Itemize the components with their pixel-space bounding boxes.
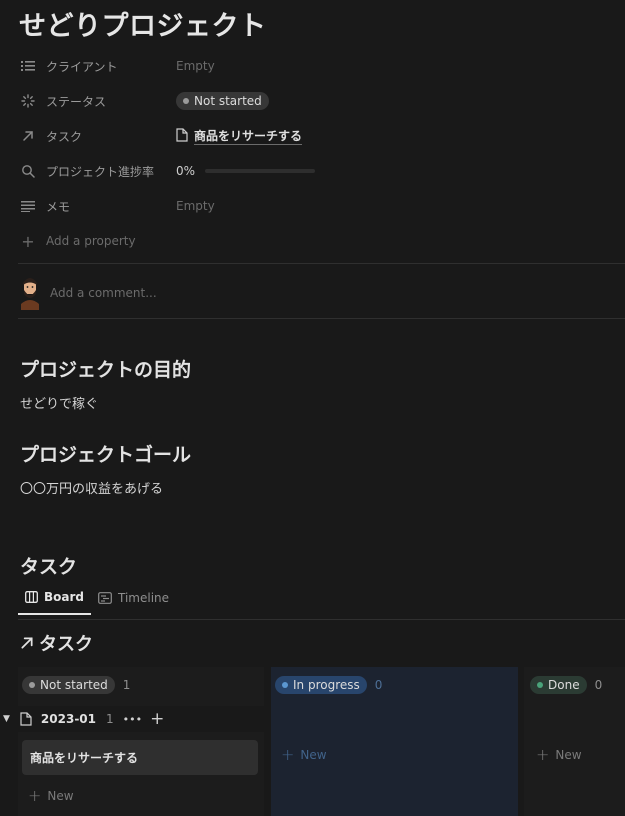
tab-timeline[interactable]: Timeline xyxy=(91,590,176,615)
plus-icon: + xyxy=(28,786,42,805)
status-badge: Done xyxy=(530,676,587,694)
property-value-client[interactable]: Empty xyxy=(176,59,215,73)
timeline-icon xyxy=(98,592,112,604)
text-lines-icon xyxy=(20,198,36,214)
plus-icon: + xyxy=(536,745,550,764)
property-name: メモ xyxy=(46,199,71,214)
plus-icon: + xyxy=(21,231,35,251)
new-label: New xyxy=(555,747,582,762)
page-icon xyxy=(176,127,188,145)
property-name: プロジェクト進捗率 xyxy=(46,164,155,179)
task-card[interactable]: 商品をリサーチする xyxy=(22,740,258,775)
column-label: Done xyxy=(548,678,580,692)
more-icon[interactable]: ••• xyxy=(123,713,142,726)
column-count: 1 xyxy=(122,678,131,692)
tab-label: Board xyxy=(44,590,84,604)
add-icon[interactable]: + xyxy=(150,709,164,729)
property-task[interactable]: タスク 商品をリサーチする xyxy=(20,122,610,150)
tasks-heading: タスク xyxy=(20,556,78,578)
page-icon xyxy=(20,712,32,726)
page-title[interactable]: せどりプロジェクト xyxy=(19,4,267,43)
column-label: Not started xyxy=(40,678,108,692)
group-count: 1 xyxy=(106,712,114,726)
status-dot xyxy=(537,682,543,688)
property-value-status[interactable]: Not started xyxy=(176,92,269,110)
view-tabs: Board Timeline xyxy=(18,590,176,615)
list-icon xyxy=(20,58,36,74)
arrow-up-right-icon xyxy=(21,637,33,649)
new-card-button-done[interactable]: + New xyxy=(536,745,582,764)
property-name: ステータス xyxy=(46,94,107,109)
card-title: 商品をリサーチする xyxy=(30,751,139,765)
column-header-in-progress[interactable]: In progress 0 xyxy=(271,669,382,701)
property-progress[interactable]: プロジェクト進捗率 0% xyxy=(20,157,610,185)
new-card-button-not-started[interactable]: + New xyxy=(28,786,74,805)
divider xyxy=(18,263,625,264)
goal-text: 〇〇万円の収益をあげる xyxy=(20,482,164,497)
task-link[interactable]: 商品をリサーチする xyxy=(194,127,303,145)
status-spinner-icon xyxy=(20,93,36,109)
tab-board[interactable]: Board xyxy=(18,590,91,615)
purpose-heading: プロジェクトの目的 xyxy=(20,359,192,381)
status-label: Not started xyxy=(194,94,262,108)
property-name: クライアント xyxy=(46,59,118,74)
column-label: In progress xyxy=(293,678,360,692)
progress-percent: 0% xyxy=(176,164,196,178)
new-label: New xyxy=(300,747,327,762)
magnifier-icon xyxy=(20,163,36,179)
property-value-task[interactable]: 商品をリサーチする xyxy=(176,127,303,145)
divider xyxy=(18,619,625,620)
status-badge: In progress xyxy=(275,676,367,694)
property-status[interactable]: ステータス Not started xyxy=(20,87,610,115)
group-row[interactable]: ▼ 2023-01 1 ••• + xyxy=(0,706,270,732)
status-badge[interactable]: Not started xyxy=(176,92,269,110)
board-title-label: タスク xyxy=(39,634,93,655)
status-badge: Not started xyxy=(22,676,115,694)
progress-bar xyxy=(205,169,316,173)
group-label: 2023-01 xyxy=(40,712,96,726)
property-client[interactable]: クライアント Empty xyxy=(20,52,610,80)
status-dot xyxy=(183,98,189,104)
status-dot xyxy=(29,682,35,688)
new-label: New xyxy=(47,788,74,803)
column-header-not-started[interactable]: Not started 1 xyxy=(18,669,130,701)
property-memo[interactable]: メモ Empty xyxy=(20,192,610,220)
comment-input[interactable]: Add a comment... xyxy=(50,286,157,300)
column-count: 0 xyxy=(374,678,383,692)
board-icon xyxy=(25,591,38,603)
add-property-button[interactable]: + Add a property xyxy=(20,227,610,255)
column-count: 0 xyxy=(594,678,603,692)
property-value-progress[interactable]: 0% xyxy=(176,164,316,178)
purpose-text: せどりで稼ぐ xyxy=(20,397,99,412)
collapse-triangle-icon[interactable]: ▼ xyxy=(3,714,10,724)
avatar xyxy=(18,274,42,310)
property-value-memo[interactable]: Empty xyxy=(176,199,215,213)
arrow-up-right-icon xyxy=(20,128,36,144)
tab-label: Timeline xyxy=(118,591,170,605)
add-property-label: Add a property xyxy=(46,234,136,248)
board-title[interactable]: タスク xyxy=(20,630,93,656)
divider xyxy=(18,318,625,319)
property-name: タスク xyxy=(46,129,83,144)
status-dot xyxy=(282,682,288,688)
goal-heading: プロジェクトゴール xyxy=(20,444,192,466)
plus-icon: + xyxy=(281,745,295,764)
column-header-done[interactable]: Done 0 xyxy=(526,669,602,701)
new-card-button-in-progress[interactable]: + New xyxy=(281,745,327,764)
